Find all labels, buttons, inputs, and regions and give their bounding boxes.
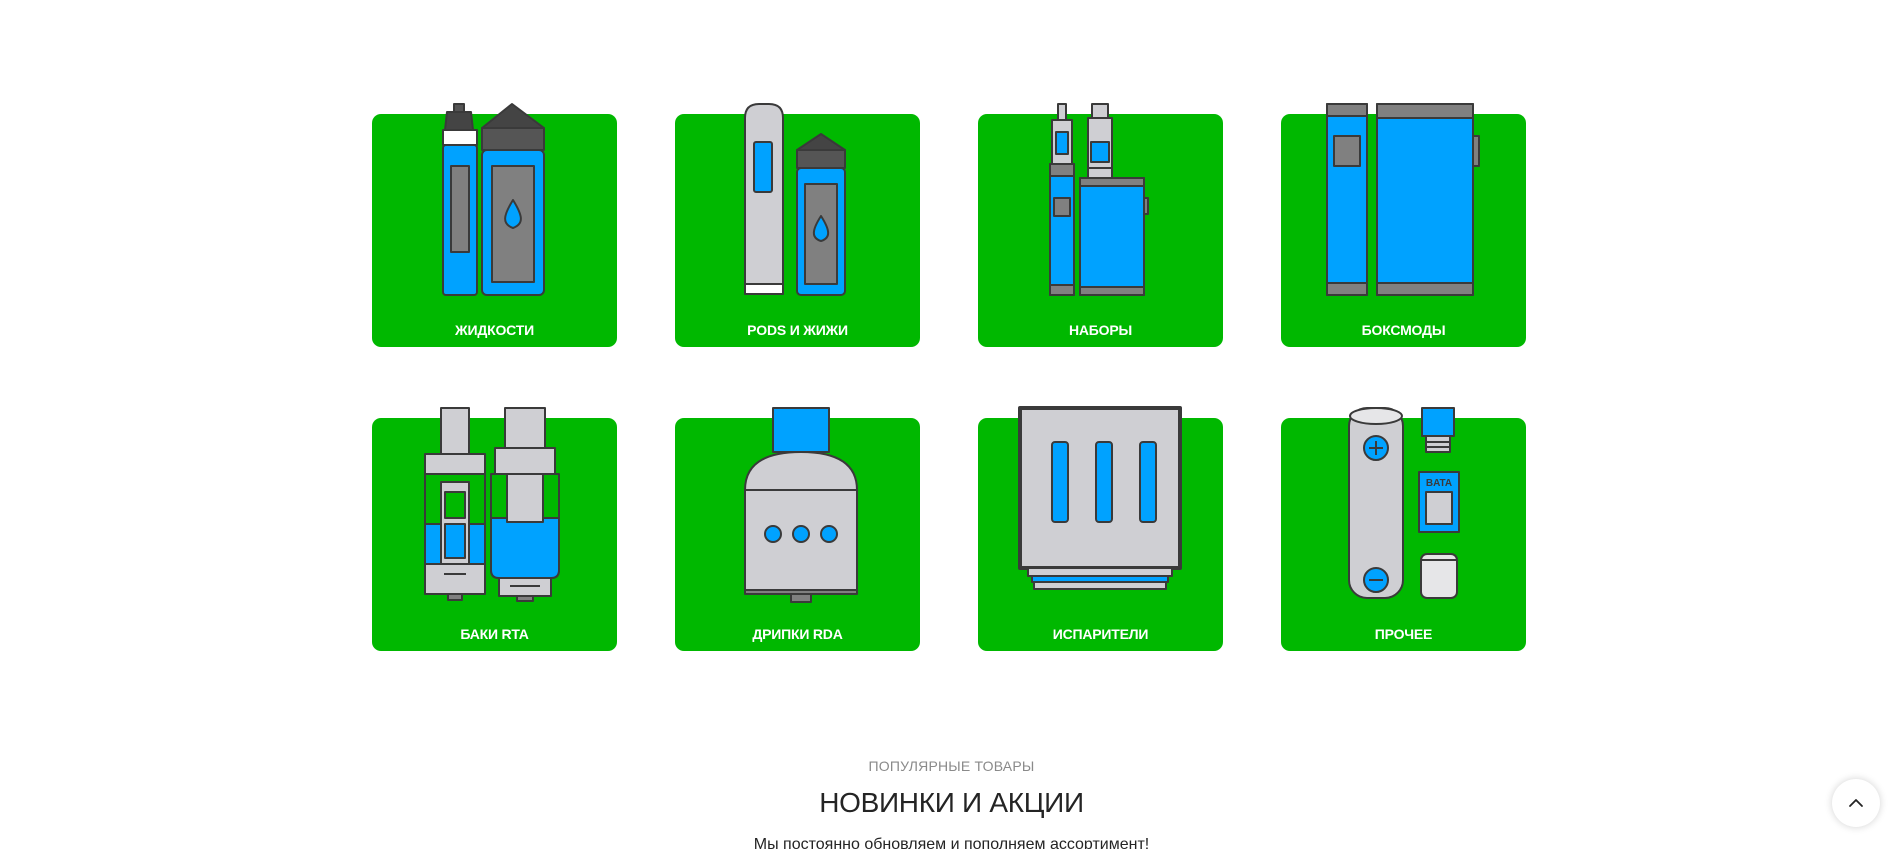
rda-dripper-icon xyxy=(744,407,858,603)
card-label: ПРОЧЕЕ xyxy=(1374,626,1433,642)
category-card-kits[interactable]: НАБОРЫ xyxy=(978,98,1223,355)
category-card-other[interactable]: BATA ПРОЧЕЕ xyxy=(1281,402,1526,659)
category-card-boxmods[interactable]: БОКСМОДЫ xyxy=(1281,98,1526,355)
card-label: PODS И ЖИЖИ xyxy=(747,322,848,338)
category-card-coils[interactable]: ИСПАРИТЕЛИ xyxy=(978,402,1223,659)
pod-and-liquid-icon xyxy=(744,103,846,296)
card-label: БОКСМОДЫ xyxy=(1361,322,1446,338)
section-eyebrow: ПОПУЛЯРНЫЕ ТОВАРЫ xyxy=(868,758,1035,774)
coil-icon xyxy=(1018,406,1182,590)
page: ЖИДКОСТИ PODS И ЖИЖИ НАБОРЫ БОКСМОДЫ БАК… xyxy=(0,0,1903,849)
section-title: НОВИНКИ И АКЦИИ xyxy=(819,787,1084,818)
card-label: ИСПАРИТЕЛИ xyxy=(1052,626,1149,642)
e-liquid-bottles-icon xyxy=(442,103,545,296)
section-subtitle: Мы постоянно обновляем и пополняем ассор… xyxy=(753,836,1150,849)
vape-kit-icon xyxy=(1049,103,1149,296)
card-label: ЖИДКОСТИ xyxy=(455,322,534,338)
card-label: БАКИ RTA xyxy=(460,626,529,642)
category-card-pods[interactable]: PODS И ЖИЖИ xyxy=(675,98,920,355)
category-card-rda[interactable]: ДРИПКИ RDA xyxy=(675,402,920,659)
box-mod-icon xyxy=(1326,103,1480,296)
category-card-rta[interactable]: БАКИ RTA xyxy=(372,402,617,659)
chevron-up-icon xyxy=(1849,799,1863,807)
card-label: НАБОРЫ xyxy=(1068,322,1133,338)
rta-tank-icon xyxy=(424,407,560,602)
category-card-liquids[interactable]: ЖИДКОСТИ xyxy=(372,98,617,355)
bata-brand-mark: BATA xyxy=(1426,478,1452,489)
card-label: ДРИПКИ RDA xyxy=(752,626,843,642)
category-grid: ЖИДКОСТИ PODS И ЖИЖИ НАБОРЫ БОКСМОДЫ БАК… xyxy=(372,98,1528,659)
accessories-icon: BATA xyxy=(1348,407,1460,599)
scroll-to-top-button[interactable] xyxy=(1832,779,1880,827)
